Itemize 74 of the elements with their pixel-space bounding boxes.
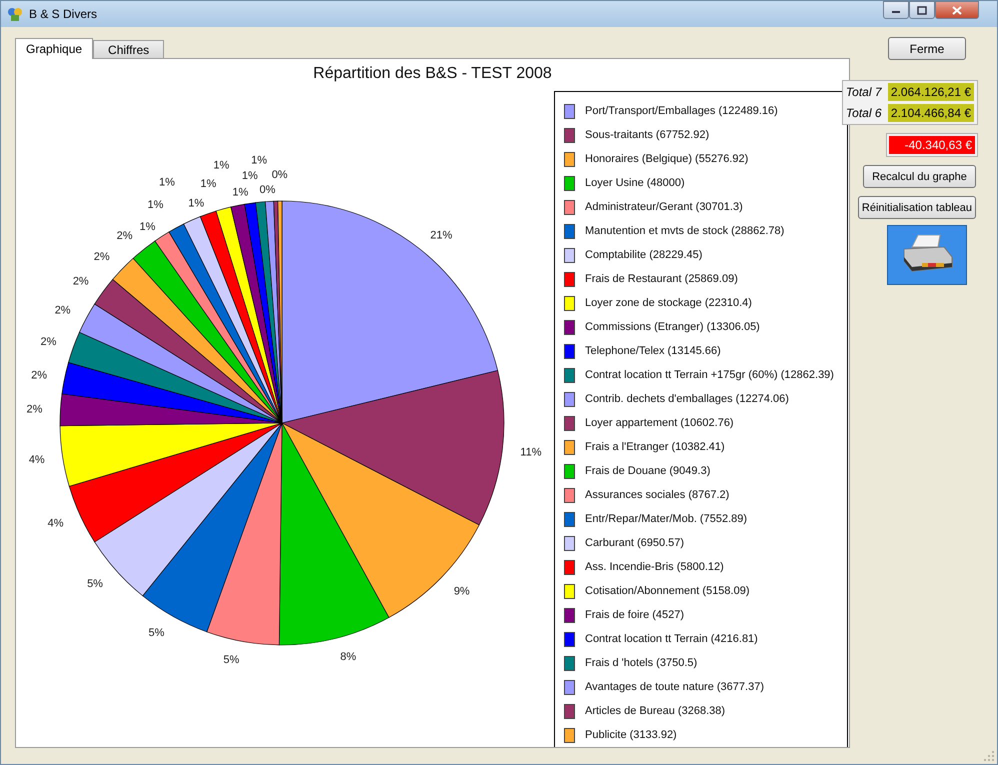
legend-label: Honoraires (Belgique) (55276.92) [585,153,748,165]
percent-label: 1% [188,197,204,210]
percent-label: 1% [213,159,230,172]
close-form-button[interactable]: Ferme [888,37,966,60]
percent-label: 2% [94,250,110,263]
legend-label: Carburant (6950.57) [585,537,684,549]
legend-label: Administrateur/Gerant (30701.3) [585,201,743,213]
total-label: Total 6 [846,106,883,120]
difference-value: -40.340,63 € [889,136,975,154]
action-button[interactable]: Réinitialisation tableau [858,196,976,219]
legend-label: Contrat location tt Terrain +175gr (60%) (12862.39) [585,369,834,381]
percent-label: 1% [200,178,216,190]
total-value: 2.064.126,21 € [888,83,974,101]
legend-label: Cotisation/Abonnement (5158.09) [585,585,750,597]
tab[interactable]: Graphique [15,38,94,59]
legend-label: Publicite (3133.92) [585,729,677,741]
percent-label: 2% [40,336,56,348]
chart-title: Répartition des B&S - TEST 2008 [312,65,553,84]
percent-label: 8% [340,650,356,663]
resize-grip[interactable] [983,750,995,762]
legend-label: Telephone/Telex (13145.66) [585,345,721,357]
app-icon [7,6,23,22]
percent-label: 2% [72,276,89,288]
legend-label: Contrat location tt Terrain (4216.81) [585,633,758,645]
percent-label: 0% [259,184,276,196]
legend-label: Entr/Repar/Mater/Mob. (7552.89) [585,513,748,525]
legend-label: Frais de foire (4527) [585,609,684,621]
percent-label: 1% [251,154,268,166]
percent-label: 5% [223,654,240,666]
legend-label: Commissions (Etranger) (13306.05) [585,321,760,333]
percent-label: 4% [28,454,45,466]
tab[interactable]: Chiffres [93,40,164,58]
window-title: B & S Divers [29,7,98,21]
print-button[interactable] [887,225,967,285]
legend-label: Assurances sociales (8767.2) [585,489,730,501]
percent-label: 4% [48,517,64,530]
legend-label: Frais a l'Etranger (10382.41) [585,441,725,453]
percent-label: 5% [87,578,103,590]
legend-label: Loyer appartement (10602.76) [585,417,734,429]
total-label: Total 7 [846,85,883,99]
percent-label: 5% [148,627,164,640]
legend-label: Sous-traitants (67752.92) [585,129,710,141]
percent-label: 1% [158,176,175,189]
legend-label: Manutention et mvts de stock (28862.78) [585,225,784,237]
action-button[interactable]: Recalcul du graphe [863,165,976,188]
legend-label: Articles de Bureau (3268.38) [585,705,726,717]
percent-label: 2% [116,230,133,242]
percent-label: 1% [148,199,164,212]
legend-label: Comptabilite (28229.45) [585,249,702,261]
legend-label: Loyer zone de stockage (22310.4) [585,297,752,309]
percent-label: 11% [520,446,542,459]
legend-label: Frais de Douane (9049.3) [585,465,710,477]
legend-label: Port/Transport/Emballages (122489.16) [585,105,778,117]
minimize-button[interactable] [883,1,909,19]
maximize-icon [917,6,927,14]
percent-label: 2% [26,404,42,416]
maximize-button[interactable] [909,1,935,19]
percent-label: 1% [139,221,156,234]
percent-label: 2% [31,369,47,382]
legend-label: Loyer Usine (48000) [585,177,685,189]
percent-label: 1% [242,170,258,182]
legend-label: Contrib. dechets d'emballages (12274.06) [585,393,789,405]
legend-label: Ass. Incendie-Bris (5800.12) [585,561,724,573]
percent-label: 1% [232,186,248,198]
percent-label: 21% [430,229,452,242]
percent-label: 0% [272,169,288,181]
percent-label: 9% [454,586,470,598]
total-value: 2.104.466,84 € [888,104,974,122]
close-icon [952,6,962,14]
legend-label: Avantages de toute nature (3677.37) [585,681,764,693]
close-button[interactable] [935,1,979,19]
percent-label: 2% [54,304,71,316]
legend-label: Frais de Restaurant (25869.09) [585,273,738,285]
legend-label: Frais d 'hotels (3750.5) [585,657,698,669]
